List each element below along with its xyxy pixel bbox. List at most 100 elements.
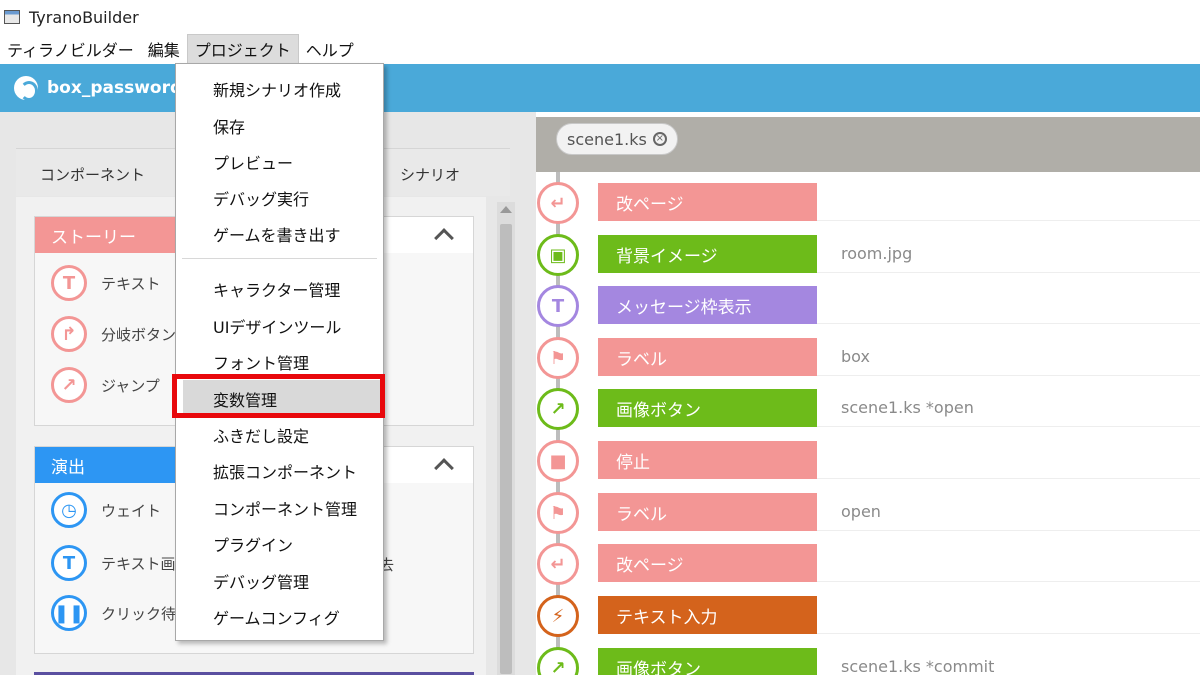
file-tab-label: scene1.ks [567, 129, 647, 149]
scenario-row[interactable]: ⚑ ラベル open [518, 492, 1200, 534]
menu-item-plugins[interactable]: プラグイン [213, 532, 293, 556]
row-label: ラベル [598, 338, 817, 376]
component-label: ウェイト [101, 501, 162, 520]
menu-item-component-manager[interactable]: コンポーネント管理 [213, 496, 357, 520]
component-label: ジャンプ [101, 376, 160, 395]
scrollbar[interactable] [497, 202, 515, 675]
app-window: TyranoBuilder ティラノビルダー 編集 プロジェクト ヘルプ box… [0, 0, 1200, 675]
component-label: テキスト画 [101, 554, 176, 573]
flag-icon: ⚑ [537, 492, 579, 534]
branch-icon: ↱ [51, 316, 87, 352]
row-label: 背景イメージ [598, 235, 817, 273]
text-icon: T [51, 265, 87, 301]
image-button-icon: ↗ [537, 388, 579, 430]
menu-item-game-config[interactable]: ゲームコンフィグ [213, 605, 340, 629]
file-tab-scene1[interactable]: scene1.ks × [556, 123, 678, 155]
project-logo-icon[interactable] [14, 76, 38, 101]
chevron-up-icon[interactable] [434, 228, 454, 248]
close-icon[interactable]: × [652, 132, 667, 146]
row-value [817, 441, 1200, 479]
menu-item-extension-components[interactable]: 拡張コンポーネント [213, 459, 357, 483]
component-wait[interactable]: ◷ ウェイト [51, 492, 161, 528]
scroll-thumb[interactable] [500, 224, 512, 674]
lightning-icon: ⚡ [537, 595, 579, 637]
menu-item-new-scenario[interactable]: 新規シナリオ作成 [213, 77, 341, 101]
row-label: 改ページ [598, 183, 817, 221]
menu-item-ui-design-tool[interactable]: UIデザインツール [213, 314, 341, 338]
menu-bar: ティラノビルダー 編集 プロジェクト ヘルプ [0, 34, 1200, 64]
page-break-icon: ↵ [537, 543, 579, 585]
row-label: 画像ボタン [598, 648, 817, 675]
menu-item-save[interactable]: 保存 [213, 114, 245, 138]
title-bar: TyranoBuilder [0, 0, 1200, 34]
scenario-row[interactable]: ⚑ ラベル box [518, 337, 1200, 379]
scenario-row[interactable]: ↵ 改ページ [518, 182, 1200, 224]
component-text[interactable]: T テキスト [51, 265, 161, 301]
window-title: TyranoBuilder [29, 7, 139, 27]
row-label: 停止 [598, 441, 817, 479]
row-label: ラベル [598, 493, 817, 531]
flag-icon: ⚑ [537, 337, 579, 379]
component-label: クリック待 [101, 604, 177, 623]
component-click-wait[interactable]: ❚❚ クリック待 [51, 595, 176, 631]
menu-item-font-manager[interactable]: フォント管理 [213, 350, 309, 374]
chevron-up-icon[interactable] [434, 458, 454, 478]
menu-item-balloon-settings[interactable]: ふきだし設定 [213, 423, 309, 447]
stop-icon: ■ [537, 440, 579, 482]
row-value [817, 596, 1200, 634]
component-jump[interactable]: ↗ ジャンプ [51, 367, 160, 403]
tab-scenario[interactable]: シナリオ [400, 164, 460, 185]
scenario-row[interactable]: ↗ 画像ボタン scene1.ks *open [518, 388, 1200, 430]
scenario-row[interactable]: ■ 停止 [518, 440, 1200, 482]
row-value [817, 183, 1200, 221]
pause-icon: ❚❚ [51, 595, 87, 631]
row-value: box [817, 338, 1200, 376]
menu-item-preview[interactable]: プレビュー [213, 150, 293, 174]
component-label: 分岐ボタン [101, 325, 177, 344]
menu-project[interactable]: プロジェクト [186, 34, 299, 64]
project-name: box_password_ [47, 78, 191, 98]
section-story-title: ストーリー [35, 217, 175, 253]
menu-item-debug-manager[interactable]: デバッグ管理 [213, 569, 309, 593]
tab-components[interactable]: コンポーネント [40, 164, 145, 185]
app-icon [4, 10, 20, 24]
menu-item-character-manager[interactable]: キャラクター管理 [213, 277, 340, 301]
row-label: 改ページ [598, 544, 817, 582]
menu-tyranobuilder[interactable]: ティラノビルダー [0, 34, 141, 64]
scenario-row[interactable]: ↗ 画像ボタン scene1.ks *commit [518, 647, 1200, 675]
page-break-icon: ↵ [537, 182, 579, 224]
scroll-up-icon[interactable] [500, 206, 512, 213]
scenario-row[interactable]: ↵ 改ページ [518, 543, 1200, 585]
menu-item-export-game[interactable]: ゲームを書き出す [213, 222, 341, 246]
row-value: room.jpg [817, 235, 1200, 273]
menu-help[interactable]: ヘルプ [299, 34, 361, 64]
image-button-icon: ↗ [537, 647, 579, 675]
text-effect-icon: T [51, 545, 87, 581]
row-label: メッセージ枠表示 [598, 286, 817, 324]
component-text-effect[interactable]: T テキスト画 [51, 545, 176, 581]
scenario-row[interactable]: ▣ 背景イメージ room.jpg [518, 234, 1200, 276]
menu-separator [182, 258, 377, 259]
jump-icon: ↗ [51, 367, 87, 403]
row-label: 画像ボタン [598, 389, 817, 427]
row-value [817, 286, 1200, 324]
file-tab-bar: scene1.ks × [536, 117, 1200, 172]
scenario-row[interactable]: ⚡ テキスト入力 [518, 595, 1200, 637]
scenario-editor: scene1.ks × ↵ 改ページ ▣ 背景イメージ room.jpg T メ… [518, 112, 1200, 675]
clock-icon: ◷ [51, 492, 87, 528]
menu-edit[interactable]: 編集 [141, 34, 187, 64]
row-value: open [817, 493, 1200, 531]
row-value [817, 544, 1200, 582]
component-label: テキスト [101, 274, 161, 293]
menu-item-debug-run[interactable]: デバッグ実行 [213, 186, 309, 210]
component-branch-button[interactable]: ↱ 分岐ボタン [51, 316, 176, 352]
project-menu-dropdown: 新規シナリオ作成 保存 プレビュー デバッグ実行 ゲームを書き出す キャラクター… [175, 63, 384, 641]
highlight-annotation-box [172, 374, 385, 418]
section-effects-title: 演出 [35, 447, 175, 483]
message-window-icon: T [537, 285, 579, 327]
row-value: scene1.ks *commit [817, 648, 1200, 675]
row-label: テキスト入力 [598, 596, 817, 634]
row-value: scene1.ks *open [817, 389, 1200, 427]
scenario-row[interactable]: T メッセージ枠表示 [518, 285, 1200, 327]
background-image-icon: ▣ [537, 234, 579, 276]
